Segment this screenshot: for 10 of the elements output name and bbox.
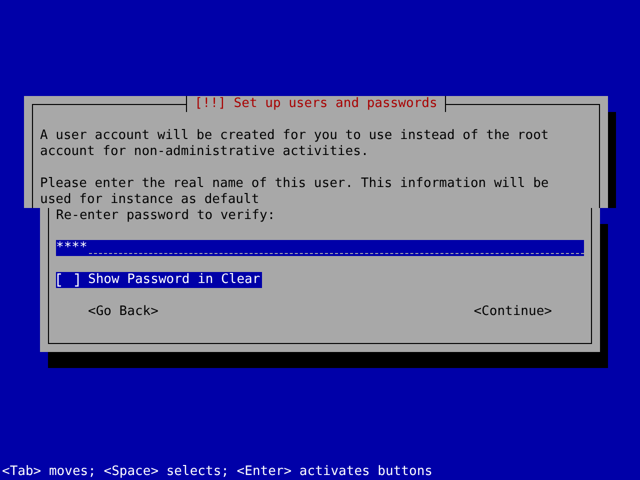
info-paragraph: A user account will be created for you to use instead of the root account for non-administrative activities.: [40, 128, 550, 160]
checkbox-icon[interactable]: [56, 273, 80, 287]
go-back-button[interactable]: <Go Back>: [88, 304, 158, 320]
show-password-checkbox[interactable]: Show Password in Clear: [56, 272, 262, 288]
continue-button[interactable]: <Continue>: [474, 304, 552, 320]
status-text: <Tab> moves; <Space> selects; <Enter> activates buttons: [1, 464, 432, 480]
dialog-title: [!!] Set up users and passwords: [186, 96, 446, 112]
info-paragraph: Please enter the real name of this user. This information will be used for instance as default: [40, 176, 550, 208]
prompt-label: Re-enter password to verify:: [56, 208, 276, 224]
password-field[interactable]: ****: [56, 240, 584, 256]
